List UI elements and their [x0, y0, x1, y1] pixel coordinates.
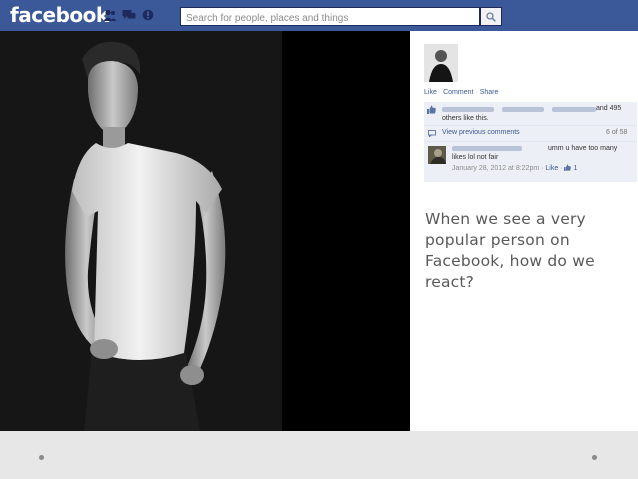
- action-separator: ·: [438, 89, 442, 96]
- likes-count-text[interactable]: and 495: [596, 105, 621, 112]
- comment-like-thumb-icon: [564, 164, 572, 171]
- share-link[interactable]: Share: [480, 89, 499, 96]
- footer-dot-left: [39, 455, 44, 460]
- slide-question-text: When we see a very popular person on Fac…: [425, 210, 595, 291]
- likes-and-comments-box: and 495 others like this. View previous …: [424, 102, 637, 182]
- comment-link[interactable]: Comment: [443, 89, 473, 96]
- poster-avatar[interactable]: [424, 44, 458, 82]
- slide-footer-band: [0, 431, 638, 479]
- avatar-image: [424, 44, 458, 82]
- view-previous-comments-link[interactable]: View previous comments: [442, 129, 520, 136]
- notifications-icon[interactable]: [141, 9, 155, 21]
- commenter-avatar-image: [428, 146, 446, 164]
- commenter-name-blurred[interactable]: [452, 146, 522, 151]
- comment-meta: January 28, 2012 at 8:22pm · Like · 1: [452, 164, 578, 172]
- comment-item: umm u have too many likes lol not fair J…: [424, 142, 637, 182]
- notification-jewels: [103, 9, 155, 21]
- comment-text-line2: likes lol not fair: [452, 154, 499, 161]
- person-figure: [65, 41, 226, 431]
- likes-others-text: others like this.: [442, 115, 489, 122]
- comment-text-line1: umm u have too many: [548, 145, 618, 152]
- profile-photo[interactable]: [0, 31, 410, 431]
- view-previous-row: View previous comments 6 of 58: [424, 126, 637, 142]
- likes-summary: and 495 others like this.: [424, 102, 637, 126]
- facebook-logo[interactable]: facebook: [10, 3, 109, 27]
- search-button[interactable]: [480, 7, 502, 26]
- comment-like-link[interactable]: Like: [545, 165, 558, 172]
- friend-requests-icon[interactable]: [103, 9, 117, 21]
- footer-dot-right: [592, 455, 597, 460]
- comment-bubble-icon: [428, 130, 436, 137]
- like-link[interactable]: Like: [424, 89, 437, 96]
- comment-count: 6 of 58: [606, 129, 628, 136]
- search-box: [180, 7, 480, 27]
- messages-icon[interactable]: [122, 9, 136, 21]
- commenter-avatar[interactable]: [428, 146, 446, 164]
- facebook-top-bar: facebook: [0, 0, 638, 32]
- search-icon: [486, 11, 496, 22]
- post-actions: Like · Comment · Share: [424, 89, 498, 96]
- action-separator: ·: [475, 89, 478, 96]
- search-input[interactable]: [181, 10, 466, 27]
- comment-timestamp[interactable]: January 28, 2012 at 8:22pm: [452, 165, 539, 172]
- blurred-names: [442, 106, 596, 113]
- comment-like-count[interactable]: 1: [573, 165, 577, 172]
- thumbs-up-icon: [427, 105, 436, 114]
